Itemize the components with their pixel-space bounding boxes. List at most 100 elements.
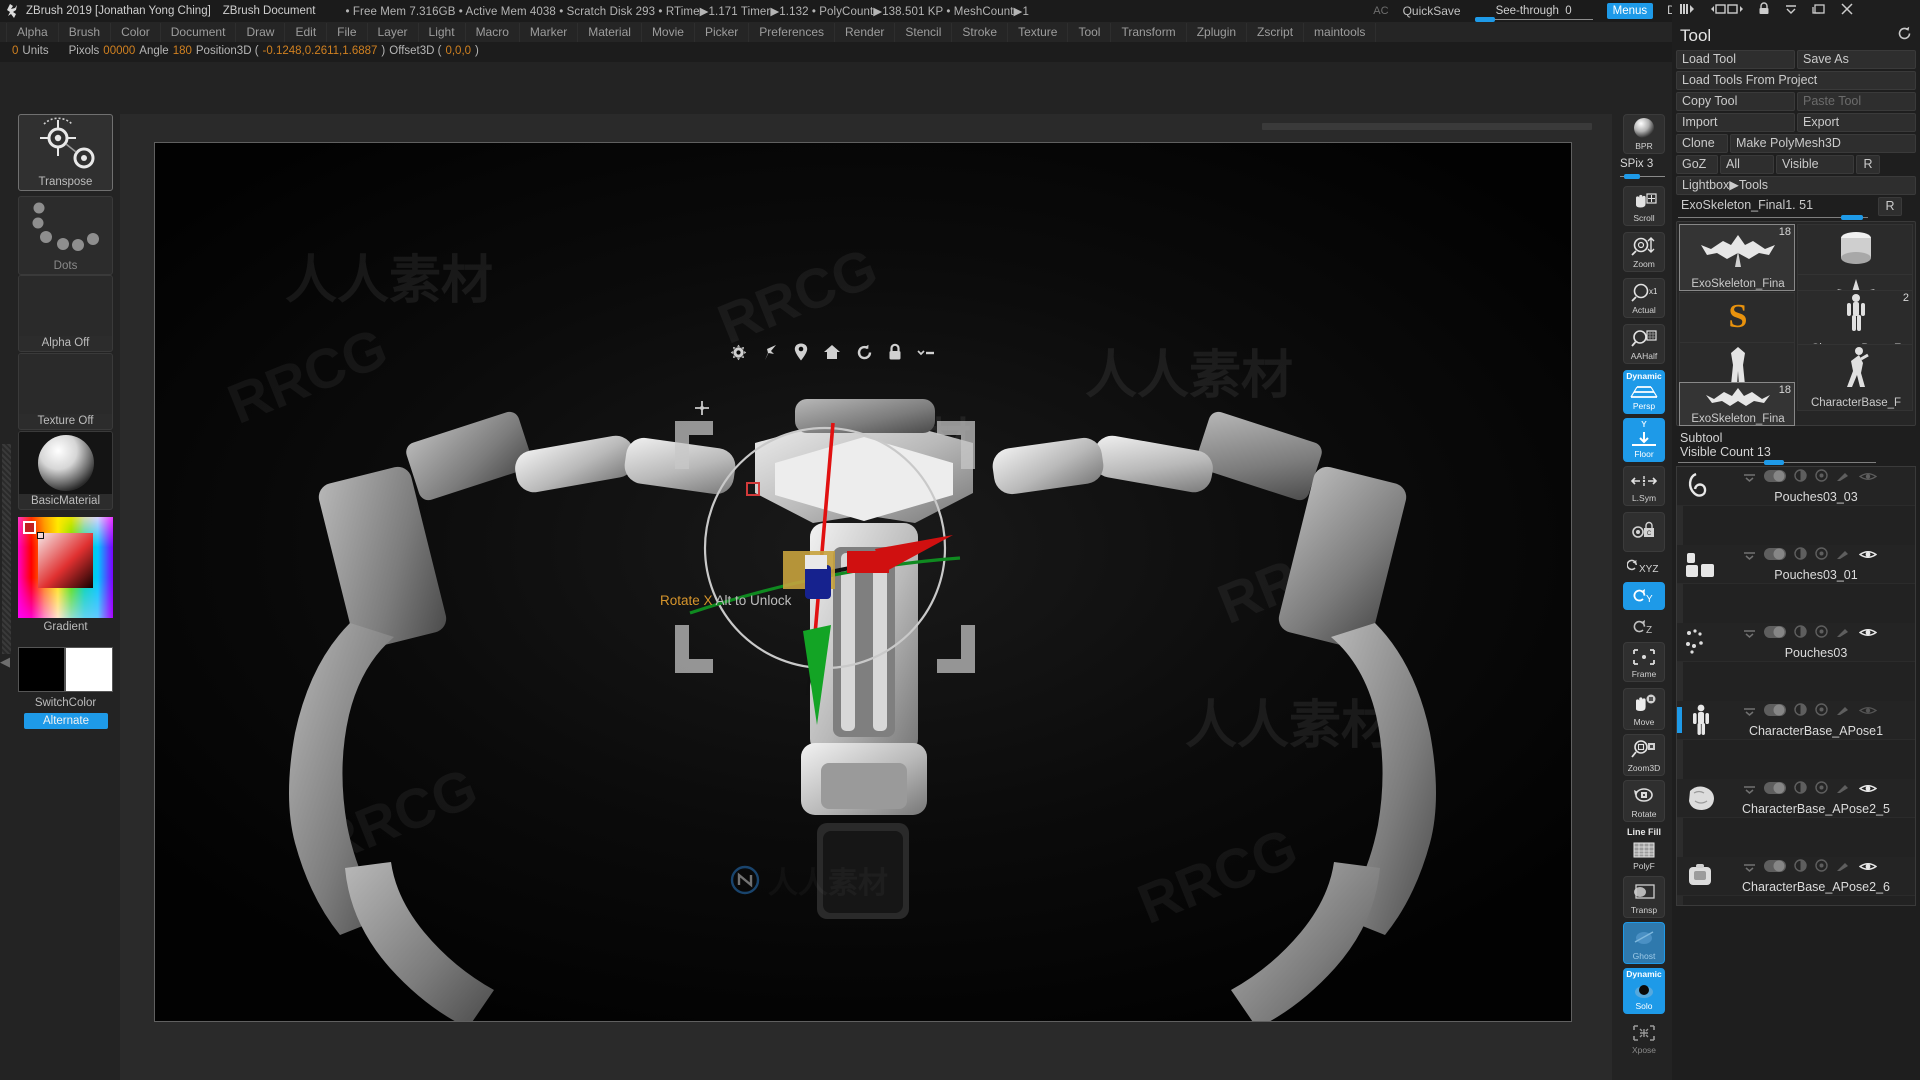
gear-icon[interactable] xyxy=(730,344,747,366)
subtool-list[interactable]: Pouches03_03 Pouches03_01 Pouches03 Char… xyxy=(1676,466,1916,906)
goz-visible-button[interactable]: Visible xyxy=(1776,155,1854,174)
rotate-z-button[interactable]: Z xyxy=(1623,614,1665,640)
panel-prev-next-icon[interactable] xyxy=(1710,2,1744,21)
menu-file[interactable]: File xyxy=(327,22,368,42)
home-icon[interactable] xyxy=(823,344,841,365)
subtool-row-icons-1[interactable] xyxy=(1743,547,1878,565)
brush-slot[interactable]: Transpose xyxy=(18,114,113,191)
menu-movie[interactable]: Movie xyxy=(642,22,695,42)
menu-render[interactable]: Render xyxy=(835,22,896,42)
pin-icon[interactable] xyxy=(762,344,779,366)
rotate-y-button[interactable]: Y xyxy=(1623,582,1665,610)
menu-edit[interactable]: Edit xyxy=(285,22,328,42)
texture-slot[interactable]: Texture Off xyxy=(18,353,113,430)
panel-maximize-icon[interactable] xyxy=(1812,2,1826,20)
gizmo-toolbar[interactable] xyxy=(730,343,935,366)
subtool-row-2[interactable]: Pouches03 xyxy=(1677,623,1915,662)
menu-color[interactable]: Color xyxy=(111,22,161,42)
panel-sidebar-toggle-icon[interactable] xyxy=(1680,2,1696,20)
switchcolor-button[interactable]: SwitchColor xyxy=(18,697,113,709)
save-as-button[interactable]: Save As xyxy=(1797,50,1916,69)
viewport[interactable]: RRCG RRCG RRCG RRCG RRCG 人人素材 人人素材 人人素材 … xyxy=(154,142,1572,1022)
import-button[interactable]: Import xyxy=(1676,113,1795,132)
menu-maintools[interactable]: maintools xyxy=(1304,22,1377,42)
tool-panel-reset-icon[interactable] xyxy=(1897,26,1912,46)
menu-tool[interactable]: Tool xyxy=(1068,22,1112,42)
scroll-button[interactable]: Scroll xyxy=(1623,186,1665,226)
location-pin-icon[interactable] xyxy=(794,343,808,366)
camera-lock-button[interactable]: C xyxy=(1623,512,1665,552)
subtool-row-0[interactable]: Pouches03_03 xyxy=(1677,467,1915,506)
load-tool-button[interactable]: Load Tool xyxy=(1676,50,1795,69)
visible-count-knob[interactable] xyxy=(1764,460,1784,465)
visible-count-row[interactable]: Visible Count 13 xyxy=(1676,445,1916,465)
subtool-row-5[interactable]: CharacterBase_APose2_6 xyxy=(1677,857,1915,896)
transp-button[interactable]: Transp xyxy=(1623,876,1665,918)
aahalf-button[interactable]: AAHalf xyxy=(1623,324,1665,364)
floor-button[interactable]: Y Floor xyxy=(1623,418,1665,462)
menu-transform[interactable]: Transform xyxy=(1111,22,1187,42)
transpose-gizmo[interactable] xyxy=(635,373,1015,793)
panel-collapse-icon[interactable]: ◀ xyxy=(0,654,10,670)
menu-brush[interactable]: Brush xyxy=(59,22,112,42)
subtool-row-1[interactable]: Pouches03_01 xyxy=(1677,545,1915,584)
menu-texture[interactable]: Texture xyxy=(1008,22,1069,42)
menu-picker[interactable]: Picker xyxy=(695,22,750,42)
subtool-row-icons-0[interactable] xyxy=(1743,469,1878,487)
alpha-slot[interactable]: Alpha Off xyxy=(18,275,113,352)
export-button[interactable]: Export xyxy=(1797,113,1916,132)
solo-button[interactable]: Dynamic Solo xyxy=(1623,968,1665,1014)
material-slot[interactable]: BasicMaterial xyxy=(18,431,113,510)
menu-zplugin[interactable]: Zplugin xyxy=(1187,22,1248,42)
load-tools-from-project-button[interactable]: Load Tools From Project xyxy=(1676,71,1916,90)
menu-light[interactable]: Light xyxy=(419,22,466,42)
subtool-row-4[interactable]: CharacterBase_APose2_5 xyxy=(1677,779,1915,818)
persp-button[interactable]: Dynamic Persp xyxy=(1623,370,1665,414)
menu-marker[interactable]: Marker xyxy=(520,22,579,42)
clone-button[interactable]: Clone xyxy=(1676,134,1728,153)
copy-tool-button[interactable]: Copy Tool xyxy=(1676,92,1795,111)
zoom3d-button[interactable]: Zoom3D xyxy=(1623,734,1665,776)
color-picker[interactable] xyxy=(18,517,113,618)
subtool-row-icons-3[interactable] xyxy=(1743,703,1878,721)
move-nav-button[interactable]: Move xyxy=(1623,688,1665,730)
menu-document[interactable]: Document xyxy=(161,22,237,42)
panel-close-icon[interactable] xyxy=(1840,2,1854,20)
tool-cell-exoskeleton-1[interactable]: 18 ExoSkeleton_Fina xyxy=(1679,224,1795,291)
panel-resize-handle[interactable] xyxy=(2,444,11,654)
bpr-button[interactable]: BPR xyxy=(1623,114,1665,154)
lsym-button[interactable]: L.Sym xyxy=(1623,466,1665,506)
menu-material[interactable]: Material xyxy=(578,22,642,42)
collapse-icon[interactable] xyxy=(917,346,935,364)
menus-button[interactable]: Menus xyxy=(1606,3,1654,19)
frame-button[interactable]: Frame xyxy=(1623,642,1665,682)
xpose-button[interactable]: Xpose xyxy=(1623,1018,1665,1058)
subtool-row-3[interactable]: CharacterBase_APose1 xyxy=(1677,701,1915,740)
quicksave-button[interactable]: QuickSave xyxy=(1403,4,1461,18)
menu-zscript[interactable]: Zscript xyxy=(1247,22,1305,42)
zoom-button[interactable]: Zoom xyxy=(1623,232,1665,272)
menu-preferences[interactable]: Preferences xyxy=(749,22,835,42)
menu-alpha[interactable]: Alpha xyxy=(6,22,59,42)
polyf-button[interactable]: Line Fill PolyF xyxy=(1623,826,1665,874)
spix-knob[interactable] xyxy=(1624,174,1640,179)
panel-lock-icon[interactable] xyxy=(1758,2,1770,20)
current-tool-r-button[interactable]: R xyxy=(1878,197,1902,216)
goz-r-button[interactable]: R xyxy=(1856,155,1880,174)
tool-cell-exoskeleton-2[interactable]: 18 ExoSkeleton_Fina xyxy=(1679,382,1795,426)
goz-button[interactable]: GoZ xyxy=(1676,155,1718,174)
primary-color-swatch[interactable] xyxy=(18,647,65,692)
ghost-button[interactable]: Ghost xyxy=(1623,922,1665,964)
menu-stroke[interactable]: Stroke xyxy=(952,22,1009,42)
panel-minimize-icon[interactable] xyxy=(1784,2,1798,20)
tool-slider-knob[interactable] xyxy=(1841,215,1863,220)
menu-stencil[interactable]: Stencil xyxy=(895,22,953,42)
lock-icon[interactable] xyxy=(888,343,902,366)
subtool-scrollbar[interactable] xyxy=(1677,467,1683,905)
menu-macro[interactable]: Macro xyxy=(466,22,520,42)
stroke-slot[interactable]: Dots xyxy=(18,196,113,275)
xyz-button[interactable]: XYZ xyxy=(1623,554,1665,580)
see-through-slider[interactable]: See-through 0 xyxy=(1474,5,1593,22)
color-gradient-box[interactable] xyxy=(38,533,93,588)
actual-button[interactable]: x1 Actual xyxy=(1623,278,1665,318)
